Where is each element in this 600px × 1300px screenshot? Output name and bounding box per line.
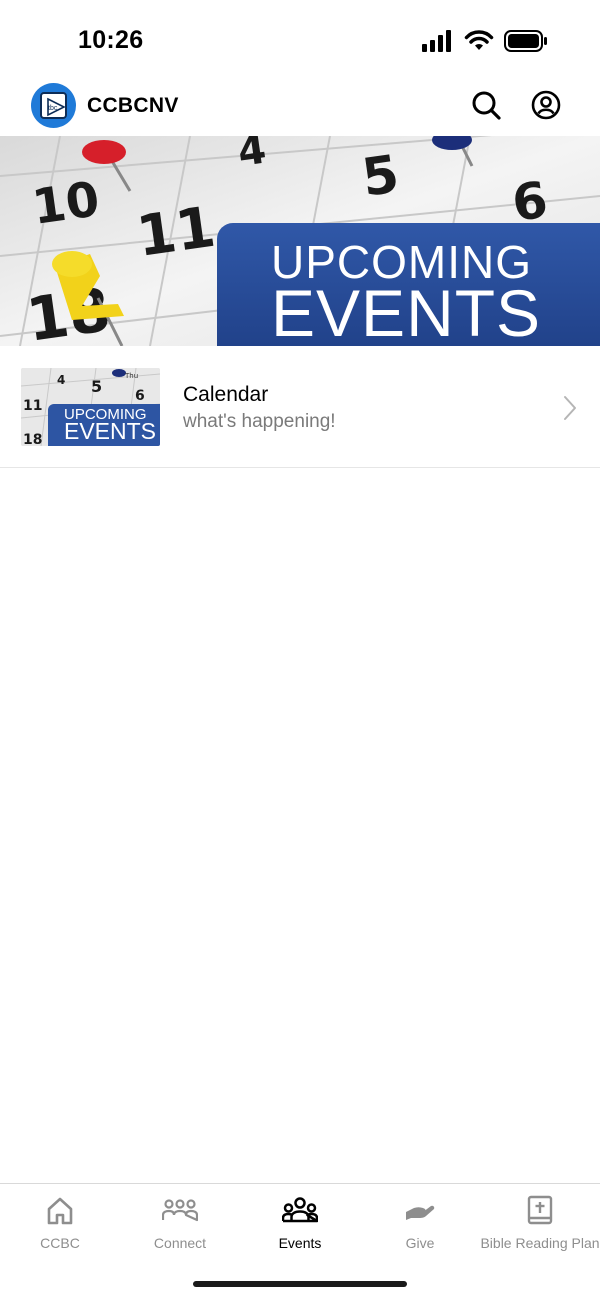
svg-text:6: 6: [135, 388, 145, 404]
tab-label-ccbc: CCBC: [40, 1235, 80, 1251]
svg-text:18: 18: [23, 432, 42, 446]
bible-icon: [527, 1195, 553, 1225]
tab-ccbc[interactable]: CCBC: [0, 1184, 120, 1264]
home-icon: [47, 1197, 73, 1225]
svg-text:Thu: Thu: [124, 372, 138, 380]
svg-text:4: 4: [235, 136, 269, 176]
status-bar: 10:26: [0, 0, 600, 78]
wifi-icon: [464, 30, 494, 50]
banner-line-2: EVENTS: [271, 276, 542, 346]
tab-label-events: Events: [278, 1235, 322, 1251]
tab-bible-reading-plan[interactable]: Bible Reading Plan: [480, 1184, 600, 1264]
search-button[interactable]: [470, 89, 502, 121]
status-time: 10:26: [78, 26, 144, 54]
tab-label-bible-reading-plan: Bible Reading Plan: [480, 1235, 600, 1251]
banner-label: UPCOMING EVENTS: [217, 223, 600, 346]
list-item-calendar[interactable]: 4 5 6 11 18 Thu UPCOMING EVENTS Calendar…: [0, 346, 600, 468]
people-icon: [282, 1197, 318, 1223]
profile-button[interactable]: [530, 89, 562, 121]
cellular-signal-icon: [422, 30, 451, 52]
status-icons: [422, 28, 548, 54]
calendar-thumbnail: 4 5 6 11 18 Thu UPCOMING EVENTS: [21, 368, 160, 446]
search-icon: [472, 91, 501, 120]
app-logo: tbc: [31, 83, 76, 128]
list-item-title: Calendar: [183, 383, 269, 406]
giving-hand-icon: [406, 1205, 435, 1220]
svg-text:4: 4: [57, 373, 65, 387]
app-header: tbc CCBCNV: [0, 78, 600, 136]
tab-give[interactable]: Give: [360, 1184, 480, 1264]
svg-text:5: 5: [91, 377, 102, 396]
home-indicator[interactable]: [193, 1281, 407, 1287]
group-icon: [162, 1199, 198, 1222]
svg-text:10: 10: [29, 171, 103, 236]
logo-mark-icon: tbc: [40, 92, 67, 119]
list-item-subtitle: what's happening!: [183, 411, 336, 432]
thumbnail-label: UPCOMING EVENTS: [48, 404, 160, 446]
chevron-right-icon: [564, 396, 576, 420]
svg-text:11: 11: [133, 195, 219, 270]
tab-events[interactable]: Events: [240, 1184, 360, 1264]
svg-text:tbc: tbc: [48, 105, 58, 112]
tab-label-connect: Connect: [153, 1235, 207, 1251]
thumbnail-line-2: EVENTS: [64, 418, 157, 444]
tab-connect[interactable]: Connect: [120, 1184, 240, 1264]
svg-text:11: 11: [23, 398, 42, 414]
tab-label-give: Give: [405, 1235, 435, 1251]
account-icon: [531, 90, 561, 120]
app-title: CCBCNV: [87, 94, 179, 117]
events-banner: 10 11 4 5 6 18 UPCOMING EVENTS: [0, 136, 600, 346]
battery-icon: [504, 30, 547, 52]
